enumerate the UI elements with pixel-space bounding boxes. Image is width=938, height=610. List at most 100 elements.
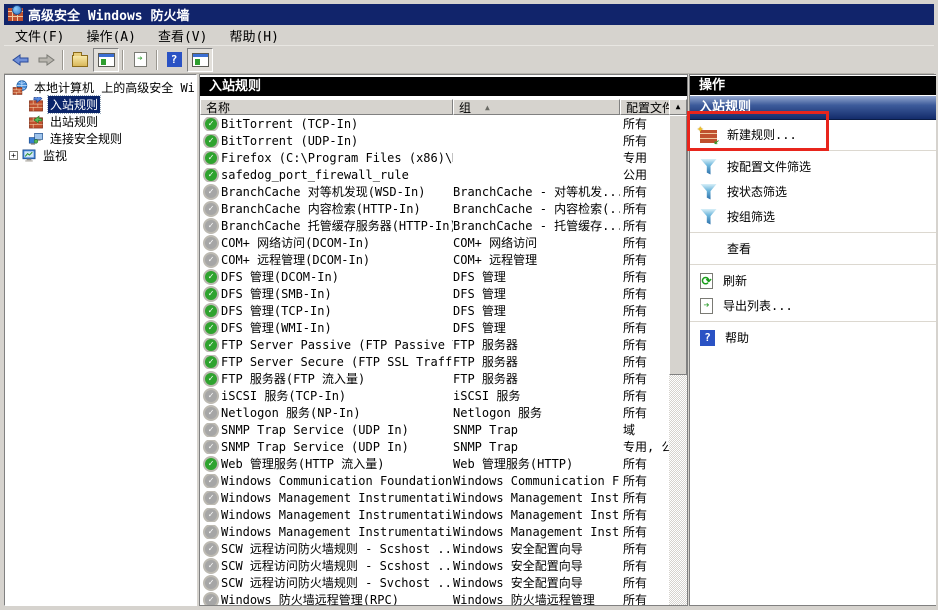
action-item[interactable]: 帮助 xyxy=(690,325,937,350)
menu-action[interactable]: 操作(A) xyxy=(75,24,146,47)
rule-profile: 所有 xyxy=(620,557,669,574)
up-folder-button[interactable] xyxy=(67,48,93,72)
rule-profile: 专用, 公用 xyxy=(620,438,669,455)
table-row[interactable]: BitTorrent (TCP-In) 所有 xyxy=(200,115,669,132)
rule-name: SCW 远程访问防火墙规则 - Svchost ... xyxy=(221,574,453,591)
action-item[interactable]: 查看 xyxy=(690,236,937,265)
title-bar[interactable]: 高级安全 Windows 防火墙 xyxy=(4,4,934,25)
scrollbar-thumb[interactable] xyxy=(669,115,687,375)
table-row[interactable]: Windows Management Instrumentation... Wi… xyxy=(200,506,669,523)
tree-item-inbound-rules[interactable]: 入站规则 xyxy=(5,96,196,113)
rule-name-cell: iSCSI 服务(TCP-In) xyxy=(200,387,453,404)
show-hide-console-tree-button[interactable] xyxy=(93,48,119,72)
table-row[interactable]: SNMP Trap Service (UDP In) SNMP Trap 专用,… xyxy=(200,438,669,455)
rule-group: Windows Management Inst... xyxy=(453,525,620,539)
rule-group: Windows Communication F... xyxy=(453,474,620,488)
table-row[interactable]: iSCSI 服务(TCP-In) iSCSI 服务 所有 xyxy=(200,387,669,404)
sort-ascending-icon: ▲ xyxy=(485,103,490,112)
column-header-group[interactable]: 组 ▲ xyxy=(453,99,620,115)
table-row[interactable]: SNMP Trap Service (UDP In) SNMP Trap 域 xyxy=(200,421,669,438)
table-row[interactable]: SCW 远程访问防火墙规则 - Scshost ... Windows 安全配置… xyxy=(200,557,669,574)
table-row[interactable]: BranchCache 托管缓存服务器(HTTP-In) BranchCache… xyxy=(200,217,669,234)
rule-name-cell: Windows Communication Foundation N... xyxy=(200,474,453,488)
tree-item-connection-security-rules[interactable]: 连接安全规则 xyxy=(5,130,196,147)
table-row[interactable]: safedog_port_firewall_rule 公用 xyxy=(200,166,669,183)
help-button[interactable]: ? xyxy=(161,48,187,72)
rule-profile: 所有 xyxy=(620,234,669,251)
rule-name-cell: Windows Management Instrumentation... xyxy=(200,525,453,539)
show-hide-action-pane-icon xyxy=(192,53,209,67)
table-row[interactable]: Windows Communication Foundation N... Wi… xyxy=(200,472,669,489)
forward-icon xyxy=(38,54,55,66)
scroll-up-button[interactable]: ▲ xyxy=(669,99,687,115)
forward-button[interactable] xyxy=(33,48,59,72)
table-row[interactable]: COM+ 网络访问(DCOM-In) COM+ 网络访问 所有 xyxy=(200,234,669,251)
expand-icon[interactable]: + xyxy=(9,151,18,160)
rule-group: COM+ 远程管理 xyxy=(453,251,620,268)
table-row[interactable]: FTP 服务器(FTP 流入量) FTP 服务器 所有 xyxy=(200,370,669,387)
table-row[interactable]: DFS 管理(WMI-In) DFS 管理 所有 xyxy=(200,319,669,336)
table-row[interactable]: DFS 管理(TCP-In) DFS 管理 所有 xyxy=(200,302,669,319)
rule-state-icon xyxy=(205,186,217,198)
tree-root-item[interactable]: 本地计算机 上的高级安全 Wind xyxy=(5,79,196,96)
rule-group: DFS 管理 xyxy=(453,268,620,285)
rule-name-cell: FTP Server Passive (FTP Passive Tr... xyxy=(200,338,453,352)
export-list-button[interactable]: ➔ xyxy=(127,48,153,72)
table-row[interactable]: BranchCache 对等机发现(WSD-In) BranchCache - … xyxy=(200,183,669,200)
rule-name: DFS 管理(SMB-In) xyxy=(221,285,332,302)
table-row[interactable]: Netlogon 服务(NP-In) Netlogon 服务 所有 xyxy=(200,404,669,421)
rule-name: BranchCache 托管缓存服务器(HTTP-In) xyxy=(221,217,453,234)
table-row[interactable]: BranchCache 内容检索(HTTP-In) BranchCache - … xyxy=(200,200,669,217)
action-item[interactable]: 刷新 xyxy=(690,268,937,293)
table-row[interactable]: FTP Server Secure (FTP SSL Traffic... FT… xyxy=(200,353,669,370)
rule-name: safedog_port_firewall_rule xyxy=(221,168,409,182)
action-item[interactable]: 按配置文件筛选 xyxy=(690,154,937,179)
column-header-profile[interactable]: 配置文件 xyxy=(620,99,671,115)
tree-item-monitoring[interactable]: + 监视 xyxy=(5,147,196,164)
table-row[interactable]: BitTorrent (UDP-In) 所有 xyxy=(200,132,669,149)
rule-group: iSCSI 服务 xyxy=(453,387,620,404)
rule-state-icon xyxy=(205,237,217,249)
column-header-name[interactable]: 名称 xyxy=(200,99,453,115)
table-row[interactable]: Windows Management Instrumentation... Wi… xyxy=(200,523,669,540)
rule-state-icon xyxy=(205,118,217,130)
action-item[interactable]: 按状态筛选 xyxy=(690,179,937,204)
rule-group: Web 管理服务(HTTP) xyxy=(453,455,620,472)
table-row[interactable]: SCW 远程访问防火墙规则 - Svchost ... Windows 安全配置… xyxy=(200,574,669,591)
rule-profile: 所有 xyxy=(620,574,669,591)
action-pane: 操作 入站规则 新建规则... 按配置文件筛选 按状态筛选 xyxy=(689,74,938,606)
rule-name-cell: BitTorrent (UDP-In) xyxy=(200,134,453,148)
menu-help[interactable]: 帮助(H) xyxy=(218,24,289,47)
menu-view[interactable]: 查看(V) xyxy=(147,24,218,47)
table-row[interactable]: Windows Management Instrumentation... Wi… xyxy=(200,489,669,506)
rule-group: DFS 管理 xyxy=(453,319,620,336)
action-item[interactable]: 导出列表... xyxy=(690,293,937,322)
tree-root-label: 本地计算机 上的高级安全 Wind xyxy=(32,79,197,96)
action-item[interactable]: 按组筛选 xyxy=(690,204,937,233)
action-section-header[interactable]: 入站规则 xyxy=(690,96,937,120)
table-row[interactable]: DFS 管理(DCOM-In) DFS 管理 所有 xyxy=(200,268,669,285)
menu-file[interactable]: 文件(F) xyxy=(4,24,75,47)
table-row[interactable]: FTP Server Passive (FTP Passive Tr... FT… xyxy=(200,336,669,353)
table-row[interactable]: COM+ 远程管理(DCOM-In) COM+ 远程管理 所有 xyxy=(200,251,669,268)
rule-state-icon xyxy=(205,441,217,453)
rule-group: Windows 安全配置向导 xyxy=(453,540,620,557)
table-row[interactable]: DFS 管理(SMB-In) DFS 管理 所有 xyxy=(200,285,669,302)
vertical-scrollbar[interactable]: ▲ xyxy=(669,99,687,605)
show-hide-action-pane-button[interactable] xyxy=(187,48,213,72)
table-row[interactable]: Firefox (C:\Program Files (x86)\Mo... 专用 xyxy=(200,149,669,166)
table-row[interactable]: Windows 防火墙远程管理(RPC) Windows 防火墙远程管理 所有 xyxy=(200,591,669,605)
column-label: 组 xyxy=(459,99,471,115)
table-row[interactable]: SCW 远程访问防火墙规则 - Scshost ... Windows 安全配置… xyxy=(200,540,669,557)
tree-item-outbound-rules[interactable]: 出站规则 xyxy=(5,113,196,130)
rule-state-icon xyxy=(205,254,217,266)
rule-name: Windows Management Instrumentation... xyxy=(221,491,453,505)
rule-name-cell: DFS 管理(DCOM-In) xyxy=(200,268,453,285)
rule-state-icon xyxy=(205,152,217,164)
back-button[interactable] xyxy=(7,48,33,72)
table-row[interactable]: Web 管理服务(HTTP 流入量) Web 管理服务(HTTP) 所有 xyxy=(200,455,669,472)
menu-bar: 文件(F) 操作(A) 查看(V) 帮助(H) xyxy=(4,25,934,46)
firewall-root-icon xyxy=(12,80,28,95)
action-item[interactable]: 新建规则... xyxy=(690,122,937,151)
rule-profile: 所有 xyxy=(620,302,669,319)
